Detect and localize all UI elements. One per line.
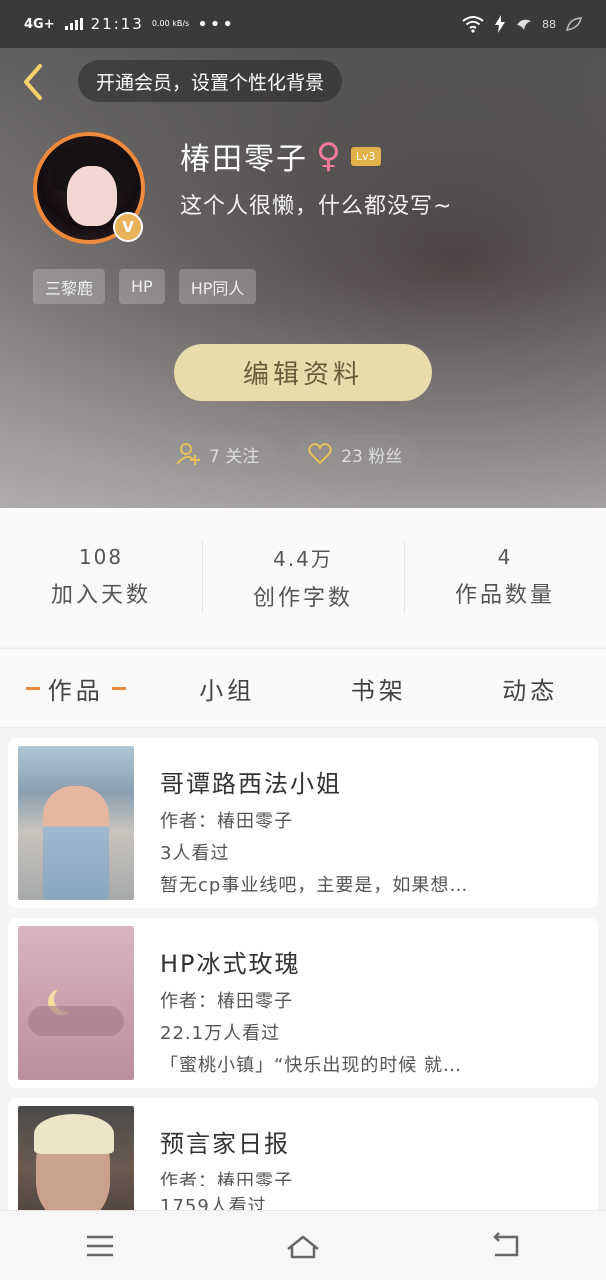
work-views: 3人看过	[160, 843, 230, 864]
leaf-icon	[566, 17, 582, 31]
back-icon	[24, 64, 42, 100]
work-views: 1759人看过	[160, 1195, 267, 1211]
stat-label: 创作字数	[252, 585, 353, 611]
tab-label: 作品	[47, 676, 104, 705]
profile-tabs: 作品 小组 书架 动态	[0, 648, 606, 728]
following-button[interactable]: 7 关注	[165, 434, 276, 474]
profile-header: 开通会员，设置个性化背景 V 椿田零子 ♀ Lv3 这个人很懒，什么都没写~ 三…	[0, 48, 606, 508]
work-title: HP冰式玫瑰	[160, 950, 301, 978]
tab-label: 动态	[502, 676, 559, 705]
work-description: 「蜜桃小镇」“快乐出现的时候 就…	[160, 1055, 463, 1076]
tab-bookshelf[interactable]: 书架	[303, 671, 455, 706]
gender-female-icon: ♀	[316, 136, 343, 176]
work-cover-image	[18, 926, 134, 1080]
work-author: 作者：椿田零子	[160, 1171, 293, 1186]
system-nav-bar	[0, 1210, 606, 1280]
stat-value: 4.4万	[273, 546, 333, 571]
tag-item[interactable]: 三黎鹿	[33, 269, 106, 304]
follow-stats: 7 关注 23 粉丝	[165, 434, 419, 474]
back-nav-icon[interactable]	[489, 1229, 523, 1263]
tag-item[interactable]: HP同人	[178, 269, 257, 304]
stat-days-joined: 108 加入天数	[0, 537, 202, 617]
network-indicator: 4G+	[24, 16, 55, 32]
work-cover-image	[18, 1106, 134, 1218]
work-title: 预言家日报	[160, 1130, 290, 1158]
wifi-icon	[462, 16, 484, 33]
edit-profile-button[interactable]: 编辑资料	[174, 344, 432, 401]
tag-item[interactable]: HP	[119, 269, 165, 304]
charging-icon	[495, 15, 505, 33]
follow-icon	[176, 443, 200, 465]
stat-label: 加入天数	[50, 583, 151, 608]
status-time: 21:13	[90, 15, 144, 33]
work-views: 22.1万人看过	[160, 1023, 281, 1044]
active-indicator	[25, 686, 40, 690]
heart-icon	[308, 443, 332, 465]
tag-list: 三黎鹿 HP HP同人	[33, 269, 257, 304]
signal-icon	[64, 18, 83, 30]
username-row: 椿田零子 ♀ Lv3	[180, 134, 381, 178]
more-dots: •••	[197, 13, 236, 35]
stat-value: 108	[78, 545, 124, 569]
battery-level: 88	[542, 17, 556, 31]
status-bar: 4G+ 21:13 0.00 kB/s ••• 88	[0, 0, 606, 48]
tab-groups[interactable]: 小组	[152, 671, 304, 706]
work-card[interactable]: 哥谭路西法小姐 作者：椿田零子 3人看过 暂无cp事业线吧，主要是，如果想…	[8, 738, 598, 908]
work-author: 作者：椿田零子	[160, 811, 293, 832]
tab-activity[interactable]: 动态	[455, 671, 606, 706]
stat-label: 作品数量	[454, 583, 555, 608]
menu-icon[interactable]	[83, 1229, 117, 1263]
tab-label: 小组	[199, 676, 256, 705]
stat-works-count: 4 作品数量	[404, 537, 606, 617]
following-count: 7 关注	[209, 446, 260, 467]
vip-background-banner[interactable]: 开通会员，设置个性化背景	[78, 60, 343, 102]
work-card[interactable]: 预言家日报 作者：椿田零子 1759人看过	[8, 1098, 598, 1218]
work-description: 暂无cp事业线吧，主要是，如果想…	[160, 875, 469, 896]
tab-works[interactable]: 作品	[0, 671, 152, 706]
home-icon[interactable]	[283, 1229, 323, 1263]
user-bio: 这个人很懒，什么都没写~	[180, 194, 453, 219]
work-title: 哥谭路西法小姐	[160, 770, 342, 798]
back-button[interactable]	[16, 62, 52, 102]
verified-badge: V	[113, 212, 143, 242]
followers-count: 23 粉丝	[341, 446, 403, 467]
followers-button[interactable]: 23 粉丝	[297, 434, 419, 474]
work-cover-image	[18, 746, 134, 900]
username: 椿田零子	[180, 142, 308, 177]
active-indicator	[111, 686, 126, 690]
stat-word-count: 4.4万 创作字数	[202, 537, 404, 617]
level-badge: Lv3	[350, 146, 381, 166]
bird-icon	[517, 19, 531, 30]
profile-stats: 108 加入天数 4.4万 创作字数 4 作品数量	[0, 508, 606, 646]
work-author: 作者：椿田零子	[160, 991, 293, 1012]
stat-value: 4	[497, 545, 513, 569]
works-list: 哥谭路西法小姐 作者：椿田零子 3人看过 暂无cp事业线吧，主要是，如果想… H…	[8, 738, 598, 1228]
tab-label: 书架	[350, 676, 407, 705]
net-speed: 0.00 kB/s	[151, 19, 190, 28]
work-card[interactable]: HP冰式玫瑰 作者：椿田零子 22.1万人看过 「蜜桃小镇」“快乐出现的时候 就…	[8, 918, 598, 1088]
